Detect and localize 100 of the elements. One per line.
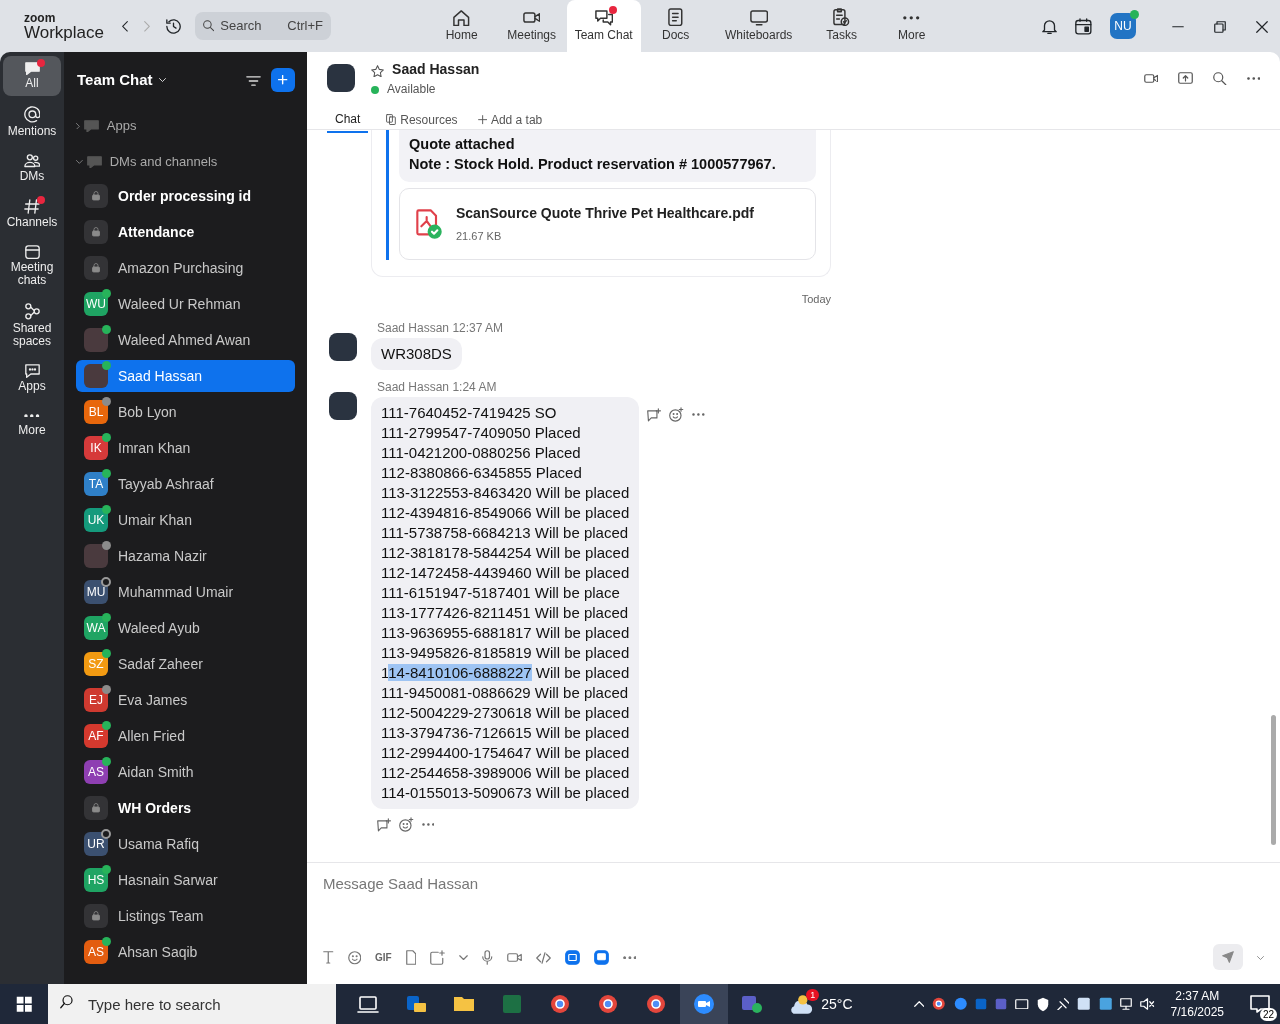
tray-icon[interactable]: [932, 997, 946, 1011]
taskbar-clock[interactable]: 2:37 AM 7/16/2025: [1170, 988, 1224, 1020]
show-hidden-icons-button[interactable]: [913, 1001, 924, 1007]
nav-tab[interactable]: Whiteboards: [710, 0, 807, 52]
app-icon: [564, 950, 580, 966]
chat-list-item[interactable]: Hazama Nazir: [76, 540, 295, 572]
bell-icon: [1042, 19, 1058, 34]
initials-avatar: WA: [84, 616, 108, 640]
tray-icon[interactable]: [1077, 997, 1091, 1011]
chat-list-item[interactable]: EJ Eva James: [76, 684, 295, 716]
video-camera-icon: [1143, 73, 1158, 83]
rail-item[interactable]: All: [3, 56, 61, 97]
browser-icon: [550, 994, 570, 1014]
rail-item[interactable]: Apps: [3, 357, 61, 399]
message-line: 113-9636955-6881817 Will be placed: [381, 623, 630, 643]
more-icon: [903, 16, 920, 20]
rail-item[interactable]: More: [3, 402, 61, 443]
weather-button[interactable]: 1 25°C: [790, 984, 853, 1024]
taskbar-search-field[interactable]: Type here to search: [48, 984, 336, 1024]
search-icon: [60, 995, 73, 1009]
initials-avatar: AF: [84, 724, 108, 748]
browser-icon: [598, 994, 618, 1014]
tray-icon[interactable]: [1015, 998, 1029, 1010]
chat-list-item[interactable]: SZ Sadaf Zaheer: [76, 648, 295, 680]
chat-list-item[interactable]: AF Allen Fried: [76, 720, 295, 752]
caret-icon: [1257, 955, 1264, 960]
lock-icon: [92, 263, 100, 273]
rail-item[interactable]: Meeting chats: [3, 238, 61, 293]
chat-list-item[interactable]: Order processing id: [76, 180, 295, 212]
chat-bubble-icon: [24, 62, 40, 76]
rail-item[interactable]: Channels: [3, 192, 61, 235]
nav-tab[interactable]: Home: [426, 0, 497, 52]
new-chat-button[interactable]: [271, 68, 295, 92]
conversation-tab[interactable]: Add a tab: [475, 107, 545, 133]
chat-list-item[interactable]: IK Imran Khan: [76, 432, 295, 464]
nav-tab[interactable]: Tasks: [806, 0, 877, 52]
conversation-tab[interactable]: Resources: [384, 107, 460, 133]
file-size: 21.67 KB: [456, 229, 503, 244]
send-button[interactable]: [1213, 944, 1243, 970]
chat-list-item[interactable]: UK Umair Khan: [76, 504, 295, 536]
message-line: 111-2799547-7409050 Placed: [381, 423, 582, 443]
message-line: 112-8380866-6345855 Placed: [381, 463, 583, 483]
rail-item[interactable]: Shared spaces: [3, 296, 61, 354]
video-app-icon: [953, 997, 967, 1011]
video-camera-icon: [522, 12, 541, 24]
video-app-icon: [693, 993, 715, 1015]
chat-list-item[interactable]: BL Bob Lyon: [76, 396, 295, 428]
chat-list-item[interactable]: MU Muhammad Umair: [76, 576, 295, 608]
app-icon: [1077, 997, 1091, 1011]
chat-list-item[interactable]: WH Orders: [76, 792, 295, 824]
file-icon: [405, 950, 417, 966]
chat-list-item[interactable]: Amazon Purchasing: [76, 252, 295, 284]
notification-center-button[interactable]: 22: [1240, 984, 1280, 1024]
chat-list-item[interactable]: WA Waleed Ayub: [76, 612, 295, 644]
sidebar-title-dropdown[interactable]: Team Chat: [77, 68, 166, 92]
message-line: 111-0421200-0880256 Placed: [381, 443, 582, 463]
smiley-icon: [347, 951, 361, 965]
monitor-icon: [749, 10, 768, 26]
zoom-button[interactable]: [680, 984, 728, 1024]
nav-tab[interactable]: Team Chat: [566, 0, 641, 52]
initials-avatar: IK: [84, 436, 108, 460]
volume-button[interactable]: [1140, 998, 1155, 1010]
more-icon: [1246, 76, 1260, 80]
scrollbar[interactable]: [1271, 715, 1276, 845]
lock-icon: [92, 803, 100, 813]
share-screen-icon: [1178, 72, 1193, 85]
more-icon: [24, 413, 40, 418]
chat-list-item[interactable]: Listings Team: [76, 900, 295, 932]
chat-list-item[interactable]: AS Ahsan Saqib: [76, 936, 295, 968]
section-header[interactable]: Apps: [76, 108, 137, 144]
nav-tab[interactable]: More: [876, 0, 947, 52]
chat-list-item[interactable]: HS Hasnain Sarwar: [76, 864, 295, 896]
rail-item[interactable]: DMs: [3, 148, 61, 189]
section-header[interactable]: DMs and channels: [76, 144, 218, 180]
gif-button[interactable]: GIF: [375, 949, 392, 965]
file-attachment[interactable]: ScanSource Quote Thrive Pet Healthcare.pdf 21.67 KB: [399, 188, 816, 260]
chat-list-item[interactable]: Waleed Ahmed Awan: [76, 324, 295, 356]
more-icon: [691, 413, 705, 417]
task-view-icon: [357, 995, 379, 1013]
chat-list-item[interactable]: UR Usama Rafiq: [76, 828, 295, 860]
chat-list-item[interactable]: Saad Hassan: [76, 360, 295, 392]
rail-item[interactable]: Mentions: [3, 100, 61, 145]
conversation-tab[interactable]: Chat: [327, 107, 369, 133]
chat-list-item[interactable]: AS Aidan Smith: [76, 756, 295, 788]
profile-avatar[interactable]: NU: [1110, 13, 1136, 39]
chat-list-item[interactable]: WU Waleed Ur Rehman: [76, 288, 295, 320]
weather-badge: 1: [806, 988, 820, 1001]
chat-list-item[interactable]: TA Tayyab Ashraaf: [76, 468, 295, 500]
status-dot: [371, 85, 379, 94]
app-icon: [1098, 997, 1113, 1011]
nav-tab[interactable]: Docs: [640, 0, 711, 52]
network-button[interactable]: [1120, 998, 1133, 1010]
tray-icon[interactable]: [1036, 996, 1049, 1012]
message-line: 113-9495826-8185819 Will be placed: [381, 643, 630, 663]
chat-list-item[interactable]: Attendance: [76, 216, 295, 248]
caret-icon: [459, 955, 469, 961]
document-icon: [668, 8, 683, 27]
chevron-down-icon: [76, 160, 83, 164]
nav-tab[interactable]: Meetings: [496, 0, 567, 52]
search-field[interactable]: Search Ctrl+F: [195, 12, 331, 40]
